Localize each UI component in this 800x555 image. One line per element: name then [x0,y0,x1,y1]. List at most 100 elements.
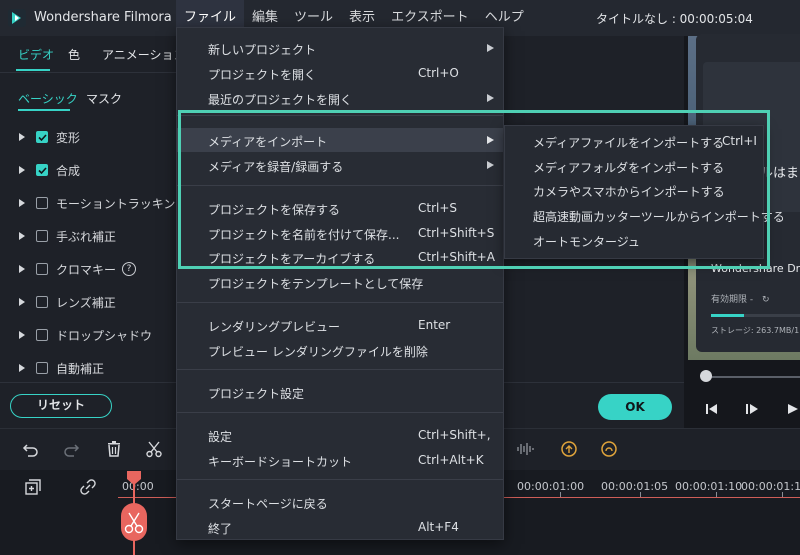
filmora-logo-icon [8,9,26,27]
expand-arrow-icon[interactable] [18,232,26,240]
menu-item-exit[interactable]: 終了 Alt+F4 [177,515,503,539]
menu-item-return-to-start[interactable]: スタートページに戻る [177,490,503,514]
expand-arrow-icon[interactable] [18,199,26,207]
menu-item-save-project-as[interactable]: プロジェクトを名前を付けて保存... Ctrl+Shift+S [177,221,503,245]
playhead-handle-icon[interactable] [127,471,141,485]
drop-shadow-checkbox[interactable] [36,329,48,341]
play-icon[interactable] [745,402,759,416]
playback-scrubber[interactable] [704,376,800,378]
option-label: クロマキー [56,262,117,277]
menu-item-label: 終了 [208,522,233,536]
ruler-label: 00:00:01:05 [601,480,669,493]
submenu-item-import-instant-cutter[interactable]: 超高速動画カッターツールからインポートする [505,203,785,227]
menu-item-delete-render-files[interactable]: プレビュー レンダリングファイルを削除 [177,338,503,362]
menu-separator [177,479,503,480]
option-transform[interactable]: 変形 [18,127,80,147]
reset-button[interactable]: リセット [10,394,112,418]
expand-arrow-icon[interactable] [18,265,26,273]
refresh-icon[interactable]: ↻ [762,295,770,305]
auto-sync-icon[interactable] [600,440,618,458]
account-name: Wondershare Dr [711,262,800,275]
submenu-item-import-files[interactable]: メディアファイルをインポートする Ctrl+I [505,129,763,153]
previous-frame-icon[interactable] [705,402,719,416]
scrubber-knob[interactable] [700,370,712,382]
motion-tracking-checkbox[interactable] [36,197,48,209]
ruler-label: 00:00:01:15 [741,480,800,493]
menu-item-label: キーボードショートカット [208,455,353,469]
option-label: モーショントラッキング [56,196,188,211]
menu-item-record-media[interactable]: メディアを録音/録画する [177,153,503,177]
menu-item-project-settings[interactable]: プロジェクト設定 [177,380,503,404]
shortcut-label: Ctrl+S [418,201,458,215]
submenu-arrow-icon [487,136,494,144]
menu-item-import-media[interactable]: メディアをインポート [177,128,503,152]
speed-ramp-icon[interactable] [560,440,578,458]
ruler-tick [560,492,561,497]
tab-animation[interactable]: アニメーション [102,46,186,63]
menu-item-open-project[interactable]: プロジェクトを開く Ctrl+O [177,61,503,85]
menu-item-save-project[interactable]: プロジェクトを保存する Ctrl+S [177,196,503,220]
cut-icon[interactable] [145,440,163,458]
menu-separator [177,302,503,303]
link-icon[interactable] [79,478,97,496]
compositing-checkbox[interactable] [36,164,48,176]
undo-icon[interactable] [22,440,40,458]
tab-color[interactable]: 色 [68,46,80,63]
stabilization-checkbox[interactable] [36,230,48,242]
option-compositing[interactable]: 合成 [18,160,80,180]
ok-button[interactable]: OK [598,394,672,420]
submenu-arrow-icon [487,94,494,102]
tab-video-underline [16,69,50,71]
add-track-icon[interactable] [24,478,42,496]
delete-icon[interactable] [105,440,123,458]
app-title: Wondershare Filmora [34,10,172,25]
option-label: 合成 [56,163,81,178]
option-label: レンズ補正 [56,295,116,310]
submenu-item-import-folder[interactable]: メディアフォルダをインポートする [505,154,763,178]
transform-checkbox[interactable] [36,131,48,143]
submenu-item-auto-montage[interactable]: オートモンタージュ [505,228,763,252]
menu-item-archive-project[interactable]: プロジェクトをアーカイブする Ctrl+Shift+A [177,245,503,269]
menu-item-label: レンダリングプレビュー [208,320,341,334]
option-drop-shadow[interactable]: ドロップシャドウ [18,325,152,345]
audio-wave-icon[interactable] [516,440,534,458]
submenu-item-label: カメラやスマホからインポートする [533,185,725,199]
split-marker[interactable] [121,503,147,541]
next-icon[interactable] [786,402,800,416]
expand-arrow-icon[interactable] [18,166,26,174]
expand-arrow-icon[interactable] [18,133,26,141]
option-chroma-key[interactable]: クロマキー ? [18,259,137,279]
chroma-key-checkbox[interactable] [36,263,48,275]
submenu-item-import-from-device[interactable]: カメラやスマホからインポートする [505,178,763,202]
ruler-label: 00:00:01:10 [675,480,743,493]
help-icon[interactable]: ? [122,262,137,276]
redo-icon[interactable] [62,440,80,458]
option-auto-enhance[interactable]: 自動補正 [18,358,104,378]
expand-arrow-icon[interactable] [18,331,26,339]
tab-video[interactable]: ビデオ [18,46,54,63]
auto-enhance-checkbox[interactable] [36,362,48,374]
lens-correction-checkbox[interactable] [36,296,48,308]
tab-mask[interactable]: マスク [86,90,122,107]
storage-bar [711,314,800,317]
tab-basic[interactable]: ベーシック [18,90,78,107]
expand-arrow-icon[interactable] [18,298,26,306]
menu-item-preferences[interactable]: 設定 Ctrl+Shift+, [177,423,503,447]
menu-separator [177,185,503,186]
menu-item-save-as-template[interactable]: プロジェクトをテンプレートとして保存 [177,270,503,294]
expand-arrow-icon[interactable] [18,364,26,372]
shortcut-label: Ctrl+O [418,66,459,80]
ruler-label: 00:00:01:00 [517,480,585,493]
shortcut-label: Alt+F4 [418,520,459,534]
option-lens-correction[interactable]: レンズ補正 [18,292,116,312]
option-stabilization[interactable]: 手ぶれ補正 [18,226,116,246]
menu-item-recent-projects[interactable]: 最近のプロジェクトを開く [177,86,503,110]
expiry-text: 有効期限 - ↻ [711,292,770,305]
menu-item-render-preview[interactable]: レンダリングプレビュー Enter [177,313,503,337]
menu-item-keyboard-shortcuts[interactable]: キーボードショートカット Ctrl+Alt+K [177,448,503,472]
divider [0,72,176,73]
menu-item-label: プレビュー レンダリングファイルを削除 [208,345,428,359]
option-label: 変形 [56,130,81,145]
menu-item-new-project[interactable]: 新しいプロジェクト [177,36,503,60]
submenu-arrow-icon [487,161,494,169]
